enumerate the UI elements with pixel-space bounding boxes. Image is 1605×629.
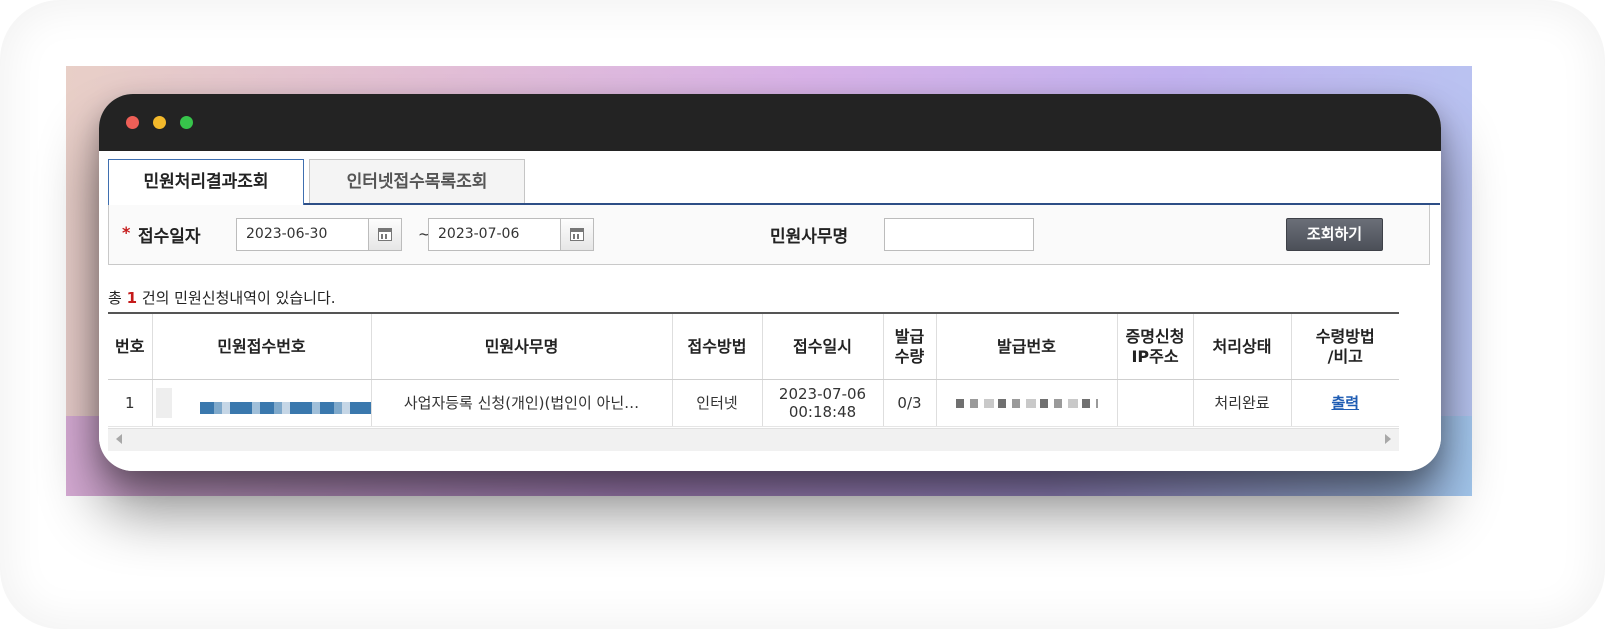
col-header-remark: 수령방법 /비고 [1290, 312, 1399, 380]
col-header-ip: 증명신청 IP주소 [1116, 312, 1193, 380]
cell-method: 인터넷 [671, 379, 762, 427]
table-row[interactable]: 1 사업자등록 신청(개인)(법인이 아닌… 인터넷 2023-07-06 00… [108, 379, 1399, 427]
browser-window: 민원처리결과조회 인터넷접수목록조회 * 접수일자 2023-06-30 ~ 2… [99, 94, 1441, 471]
tab-internet-receipt-list[interactable]: 인터넷접수목록조회 [309, 159, 525, 203]
summary-suffix: 건의 민원신청내역이 있습니다. [141, 289, 336, 307]
horizontal-scrollbar[interactable] [108, 428, 1399, 451]
result-summary: 총 1 건의 민원신청내역이 있습니다. [108, 287, 336, 308]
cell-service-name: 사업자등록 신청(개인)(법인이 아닌… [370, 379, 672, 427]
cell-status: 처리완료 [1192, 379, 1291, 427]
calendar-icon [570, 228, 584, 241]
date-from-calendar-button[interactable] [368, 218, 402, 251]
date-from-input[interactable]: 2023-06-30 [236, 218, 370, 251]
calendar-icon [378, 228, 392, 241]
cell-number: 1 [108, 379, 152, 427]
col-header-service-name: 민원사무명 [370, 312, 672, 380]
tab-result-inquiry[interactable]: 민원처리결과조회 [108, 159, 304, 205]
scroll-left-arrow-icon[interactable] [116, 434, 122, 444]
close-window-button[interactable] [126, 116, 139, 129]
maximize-window-button[interactable] [180, 116, 193, 129]
received-time: 00:18:48 [788, 403, 857, 421]
redacted-issue-no [955, 399, 1098, 408]
print-link[interactable]: 출력 [1331, 394, 1359, 412]
scroll-right-arrow-icon[interactable] [1385, 434, 1391, 444]
result-table-wrapper: 번호 민원접수번호 민원사무명 접수방법 접수일시 발급 수량 발급번호 증명신… [108, 312, 1399, 427]
cell-received-datetime: 2023-07-06 00:18:48 [761, 379, 883, 427]
result-table: 번호 민원접수번호 민원사무명 접수방법 접수일시 발급 수량 발급번호 증명신… [108, 312, 1399, 427]
search-button[interactable]: 조회하기 [1286, 218, 1383, 251]
cell-ip [1116, 379, 1193, 427]
service-name-label: 민원사무명 [770, 227, 849, 247]
page-content: 민원처리결과조회 인터넷접수목록조회 * 접수일자 2023-06-30 ~ 2… [99, 151, 1441, 471]
col-header-issue-qty: 발급 수량 [882, 312, 936, 380]
window-titlebar [99, 94, 1441, 151]
col-header-method: 접수방법 [671, 312, 762, 380]
cell-receipt-no[interactable] [151, 379, 371, 427]
col-header-number: 번호 [108, 312, 152, 380]
cell-issue-no [935, 379, 1117, 427]
col-header-received-datetime: 접수일시 [761, 312, 883, 380]
col-header-status: 처리상태 [1192, 312, 1291, 380]
date-to-input[interactable]: 2023-07-06 [428, 218, 562, 251]
minimize-window-button[interactable] [153, 116, 166, 129]
date-label: 접수일자 [138, 227, 201, 247]
required-mark: * [122, 223, 131, 242]
col-header-receipt-no: 민원접수번호 [151, 312, 371, 380]
redacted-receipt-link[interactable] [199, 402, 371, 414]
table-header-row: 번호 민원접수번호 민원사무명 접수방법 접수일시 발급 수량 발급번호 증명신… [108, 312, 1399, 380]
redacted-block [155, 388, 172, 418]
cell-issue-qty: 0/3 [882, 379, 936, 427]
date-to-calendar-button[interactable] [560, 218, 594, 251]
search-panel: * 접수일자 2023-06-30 ~ 2023-07-06 민원사무명 조회하… [108, 205, 1430, 265]
summary-prefix: 총 [108, 289, 122, 307]
service-name-input[interactable] [884, 218, 1034, 251]
received-date: 2023-07-06 [778, 385, 867, 403]
col-header-issue-no: 발급번호 [935, 312, 1117, 380]
result-count: 1 [126, 289, 138, 307]
cell-remark[interactable]: 출력 [1290, 379, 1399, 427]
